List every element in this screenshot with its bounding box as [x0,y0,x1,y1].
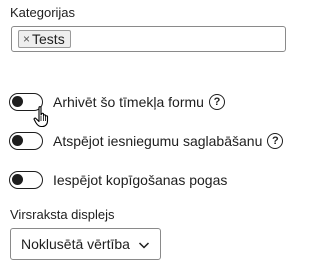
help-icon[interactable]: ? [208,94,225,110]
categories-token-field[interactable]: × Tests [11,26,286,52]
hand-pointer-cursor-icon [33,106,49,128]
archive-toggle-label: Arhivēt šo tīmekļa formu [53,94,204,110]
share-buttons-toggle-label: Iespējot kopīgošanas pogas [53,172,228,188]
header-display-label: Virsraksta displejs [10,207,115,222]
disable-save-toggle[interactable] [9,132,43,150]
toggle-knob [12,135,23,146]
header-display-select[interactable]: Noklusētā vērtība [10,228,161,260]
help-icon[interactable]: ? [267,133,284,149]
categories-label: Kategorijas [10,5,76,20]
category-tag-label: Tests [32,31,65,47]
toggle-knob [12,174,23,185]
header-display-value: Noklusētā vērtība [21,236,130,252]
category-tag: × Tests [18,30,71,48]
toggle-row-disable-save: Atspējot iesniegumu saglabāšanu ? [9,130,284,152]
chevron-down-icon [138,242,150,249]
share-buttons-toggle[interactable] [9,171,43,189]
disable-save-toggle-label: Atspējot iesniegumu saglabāšanu [53,133,263,149]
tag-remove-icon[interactable]: × [23,33,30,45]
toggle-knob [12,96,23,107]
toggle-row-share-buttons: Iespējot kopīgošanas pogas [9,169,227,191]
